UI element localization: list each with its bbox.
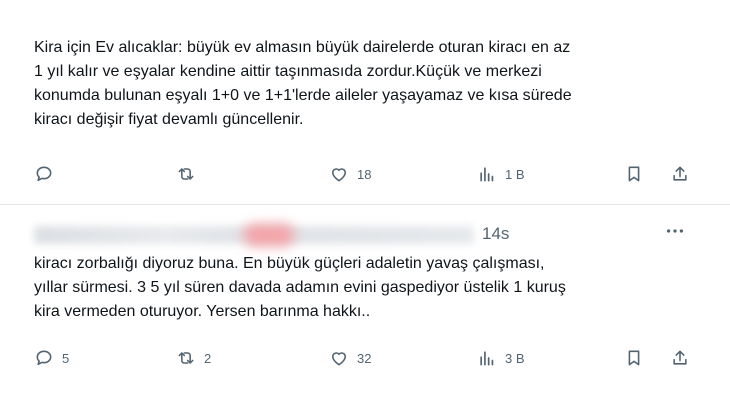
share-button[interactable] [670, 162, 690, 186]
views-count: 3 B [505, 350, 525, 366]
tweet[interactable]: 14s kiracı zorbalığı diyoruz buna. En bü… [0, 206, 730, 420]
tweet-actions: 18 1 B [34, 162, 704, 186]
reply-button[interactable] [34, 162, 62, 186]
tweet-actions: 5 2 32 3 B [34, 346, 704, 370]
more-icon [666, 229, 684, 233]
bookmark-icon [628, 166, 640, 182]
views-icon [480, 351, 494, 366]
retweet-button[interactable]: 2 [176, 346, 211, 370]
heart-icon [331, 168, 347, 182]
views-count: 1 B [505, 166, 525, 182]
retweet-count: 2 [204, 350, 212, 366]
tweet-timestamp[interactable]: 14s [482, 224, 509, 244]
share-icon [673, 350, 687, 365]
tweet-divider [0, 204, 730, 205]
reply-count: 5 [62, 350, 70, 366]
retweet-icon [178, 168, 194, 180]
bookmark-button[interactable] [624, 346, 644, 370]
blurred-badge [244, 224, 294, 246]
retweet-icon [178, 352, 194, 364]
more-button[interactable] [664, 220, 686, 247]
retweet-button[interactable] [176, 162, 204, 186]
like-count: 32 [357, 350, 372, 366]
share-button[interactable] [670, 346, 690, 370]
heart-icon [331, 352, 347, 366]
like-button[interactable]: 32 [329, 346, 371, 370]
tweet-header: 14s [34, 220, 704, 248]
tweet-text: Kira için Ev alıcaklar: büyük ev almasın… [34, 39, 572, 128]
reply-icon [36, 166, 52, 182]
share-icon [673, 166, 687, 181]
views-button[interactable]: 1 B [477, 162, 525, 186]
tweet[interactable]: Kira için Ev alıcaklar: büyük ev almasın… [0, 0, 730, 205]
bookmark-icon [628, 350, 640, 366]
tweet-text: kiracı zorbalığı diyoruz buna. En büyük … [34, 255, 566, 320]
views-icon [480, 167, 494, 182]
like-count: 18 [357, 166, 372, 182]
views-button[interactable]: 3 B [477, 346, 525, 370]
bookmark-button[interactable] [624, 162, 644, 186]
like-button[interactable]: 18 [329, 162, 371, 186]
reply-icon [36, 350, 52, 366]
reply-button[interactable]: 5 [34, 346, 69, 370]
